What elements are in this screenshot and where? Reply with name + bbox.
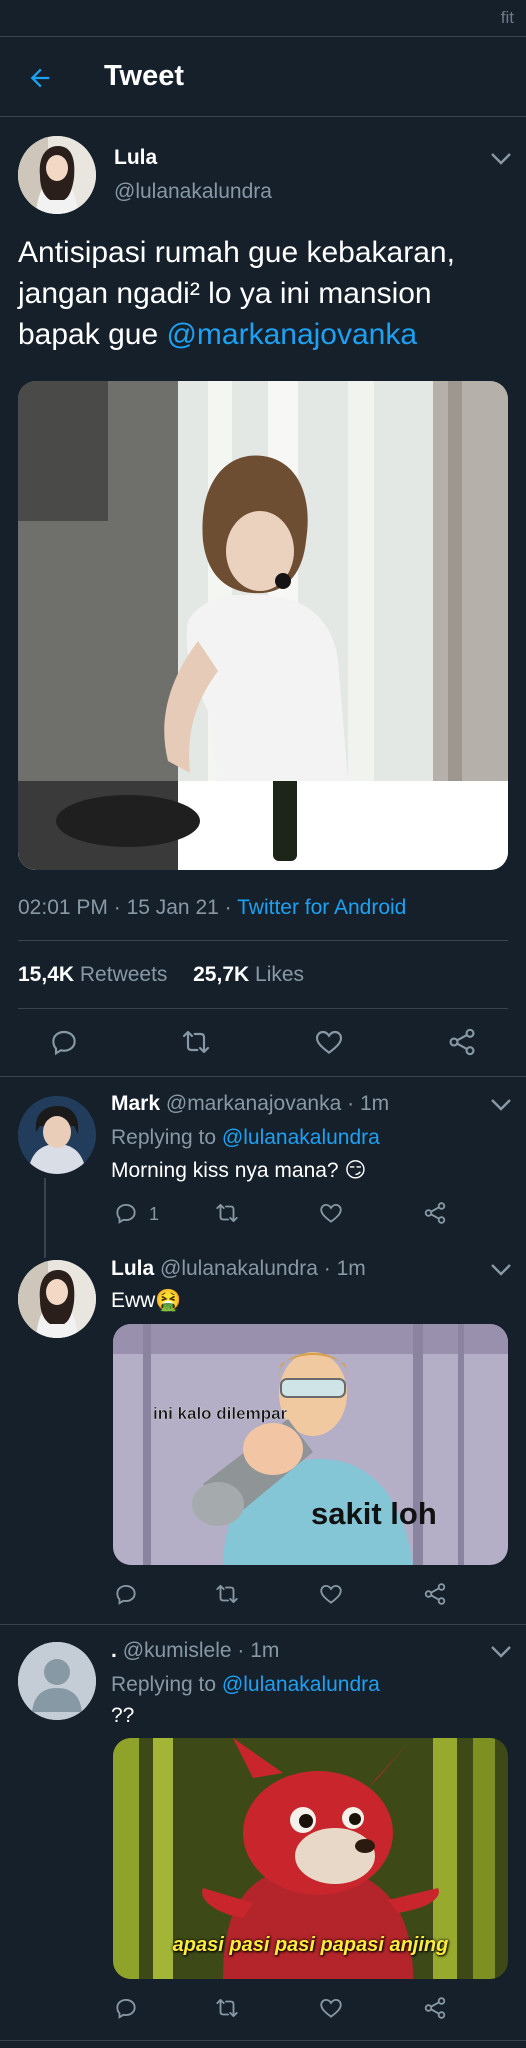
- chevron-down-icon[interactable]: [490, 1098, 512, 1112]
- thread-line: [44, 1178, 46, 1258]
- retweets-label: Retweets: [79, 963, 168, 986]
- replying-to-link[interactable]: @lulanakalundra: [222, 1673, 380, 1696]
- retweets-stat[interactable]: 15,4K Retweets: [18, 963, 167, 986]
- reply-author-name[interactable]: Lula: [111, 1257, 154, 1280]
- tweet-time: 02:01 PM: [18, 896, 108, 919]
- replying-to-label: Replying to: [111, 1673, 217, 1696]
- share-icon[interactable]: [422, 1200, 448, 1226]
- share-icon[interactable]: [422, 1581, 448, 1607]
- like-icon[interactable]: [318, 1581, 344, 1607]
- avatar[interactable]: [18, 1642, 96, 1720]
- meme-text-top: ini kalo dilempar: [153, 1404, 288, 1423]
- reply-author-handle[interactable]: @kumislele: [123, 1639, 232, 1662]
- reply-text: Eww🤮: [111, 1289, 182, 1312]
- chevron-down-icon[interactable]: [490, 152, 512, 166]
- divider: [18, 940, 508, 941]
- avatar[interactable]: [18, 1260, 96, 1338]
- retweet-icon[interactable]: [214, 1200, 240, 1226]
- tweet-stats-row: 15,4K Retweets 25,7K Likes: [18, 963, 304, 987]
- reply-header: Lula @lulanakalundra · 1m: [111, 1257, 366, 1280]
- avatar[interactable]: [18, 1096, 96, 1174]
- meme-caption: apasi pasi pasi papasi anjing: [172, 1934, 449, 1956]
- like-icon[interactable]: [313, 1026, 345, 1058]
- avatar-photo: [18, 136, 96, 214]
- page-title: Tweet: [104, 60, 185, 92]
- replying-to-label: Replying to: [111, 1126, 217, 1149]
- like-icon[interactable]: [318, 1200, 344, 1226]
- vomit-emoji: 🤮: [155, 1289, 182, 1312]
- reply-icon[interactable]: [48, 1026, 80, 1058]
- retweet-icon[interactable]: [214, 1581, 240, 1607]
- replying-to-row: Replying to @lulanakalundra: [111, 1673, 380, 1697]
- author-name[interactable]: Lula: [114, 146, 157, 170]
- reply-time: 1m: [336, 1257, 366, 1280]
- fit-label: fit: [500, 8, 514, 27]
- reply-meme-image[interactable]: apasi pasi pasi papasi anjing: [113, 1738, 508, 1979]
- avatar-photo: [18, 1096, 96, 1174]
- share-icon[interactable]: [446, 1026, 478, 1058]
- reply-icon[interactable]: [113, 1581, 139, 1607]
- replying-to-row: Replying to @lulanakalundra: [111, 1126, 380, 1150]
- divider: [0, 1076, 526, 1077]
- chevron-down-icon[interactable]: [490, 1263, 512, 1277]
- reply-icon[interactable]: [113, 1995, 139, 2021]
- meme-text-bottom: sakit loh: [311, 1496, 437, 1531]
- reply-author-name[interactable]: .: [111, 1639, 117, 1662]
- likes-label: Likes: [255, 963, 305, 986]
- reply-text: Morning kiss nya mana? 😏: [111, 1159, 367, 1182]
- divider: [0, 1624, 526, 1625]
- tweet-photo[interactable]: [18, 381, 508, 870]
- avatar-photo: [18, 1260, 96, 1338]
- reply-header: Mark @markanajovanka · 1m: [111, 1092, 390, 1115]
- tweet-source-link[interactable]: Twitter for Android: [237, 896, 406, 919]
- reply-author-name[interactable]: Mark: [111, 1092, 160, 1115]
- status-strip: [0, 0, 526, 36]
- author-handle[interactable]: @lulanakalundra: [114, 180, 272, 204]
- chevron-down-icon[interactable]: [490, 1645, 512, 1659]
- header-divider: [0, 116, 526, 117]
- reply-author-handle[interactable]: @markanajovanka: [166, 1092, 341, 1115]
- tweet-timestamp-row: 02:01 PM · 15 Jan 21 · Twitter for Andro…: [18, 896, 407, 919]
- share-icon[interactable]: [422, 1995, 448, 2021]
- reply-count: 1: [149, 1204, 160, 1224]
- replying-to-link[interactable]: @lulanakalundra: [222, 1126, 380, 1149]
- reply-icon[interactable]: [113, 1200, 139, 1226]
- divider: [0, 2040, 526, 2041]
- reply-time: 1m: [359, 1092, 390, 1115]
- back-arrow-icon[interactable]: [26, 64, 54, 92]
- retweet-icon[interactable]: [214, 1995, 240, 2021]
- likes-count: 25,7K: [193, 963, 250, 986]
- smirk-emoji: 😏: [344, 1159, 367, 1182]
- reply-text: ??: [111, 1704, 135, 1727]
- mention-link[interactable]: @markanajovanka: [166, 318, 417, 351]
- avatar[interactable]: [18, 136, 96, 214]
- top-divider: [0, 36, 526, 37]
- likes-stat[interactable]: 25,7K Likes: [193, 963, 304, 986]
- reply-time: 1m: [250, 1639, 280, 1662]
- divider: [18, 1008, 508, 1009]
- default-avatar-icon: [18, 1642, 96, 1720]
- reply-meme-image[interactable]: ini kalo dilempar sakit loh: [113, 1324, 508, 1565]
- tweet-text: Antisipasi rumah gue kebakaran, jangan n…: [18, 236, 455, 351]
- retweets-count: 15,4K: [18, 963, 75, 986]
- tweet-date: 15 Jan 21: [126, 896, 219, 919]
- retweet-icon[interactable]: [180, 1026, 212, 1058]
- kitchen-photo-image: [18, 381, 508, 870]
- like-icon[interactable]: [318, 1995, 344, 2021]
- reply-author-handle[interactable]: @lulanakalundra: [160, 1257, 318, 1280]
- reply-header: . @kumislele · 1m: [111, 1639, 280, 1662]
